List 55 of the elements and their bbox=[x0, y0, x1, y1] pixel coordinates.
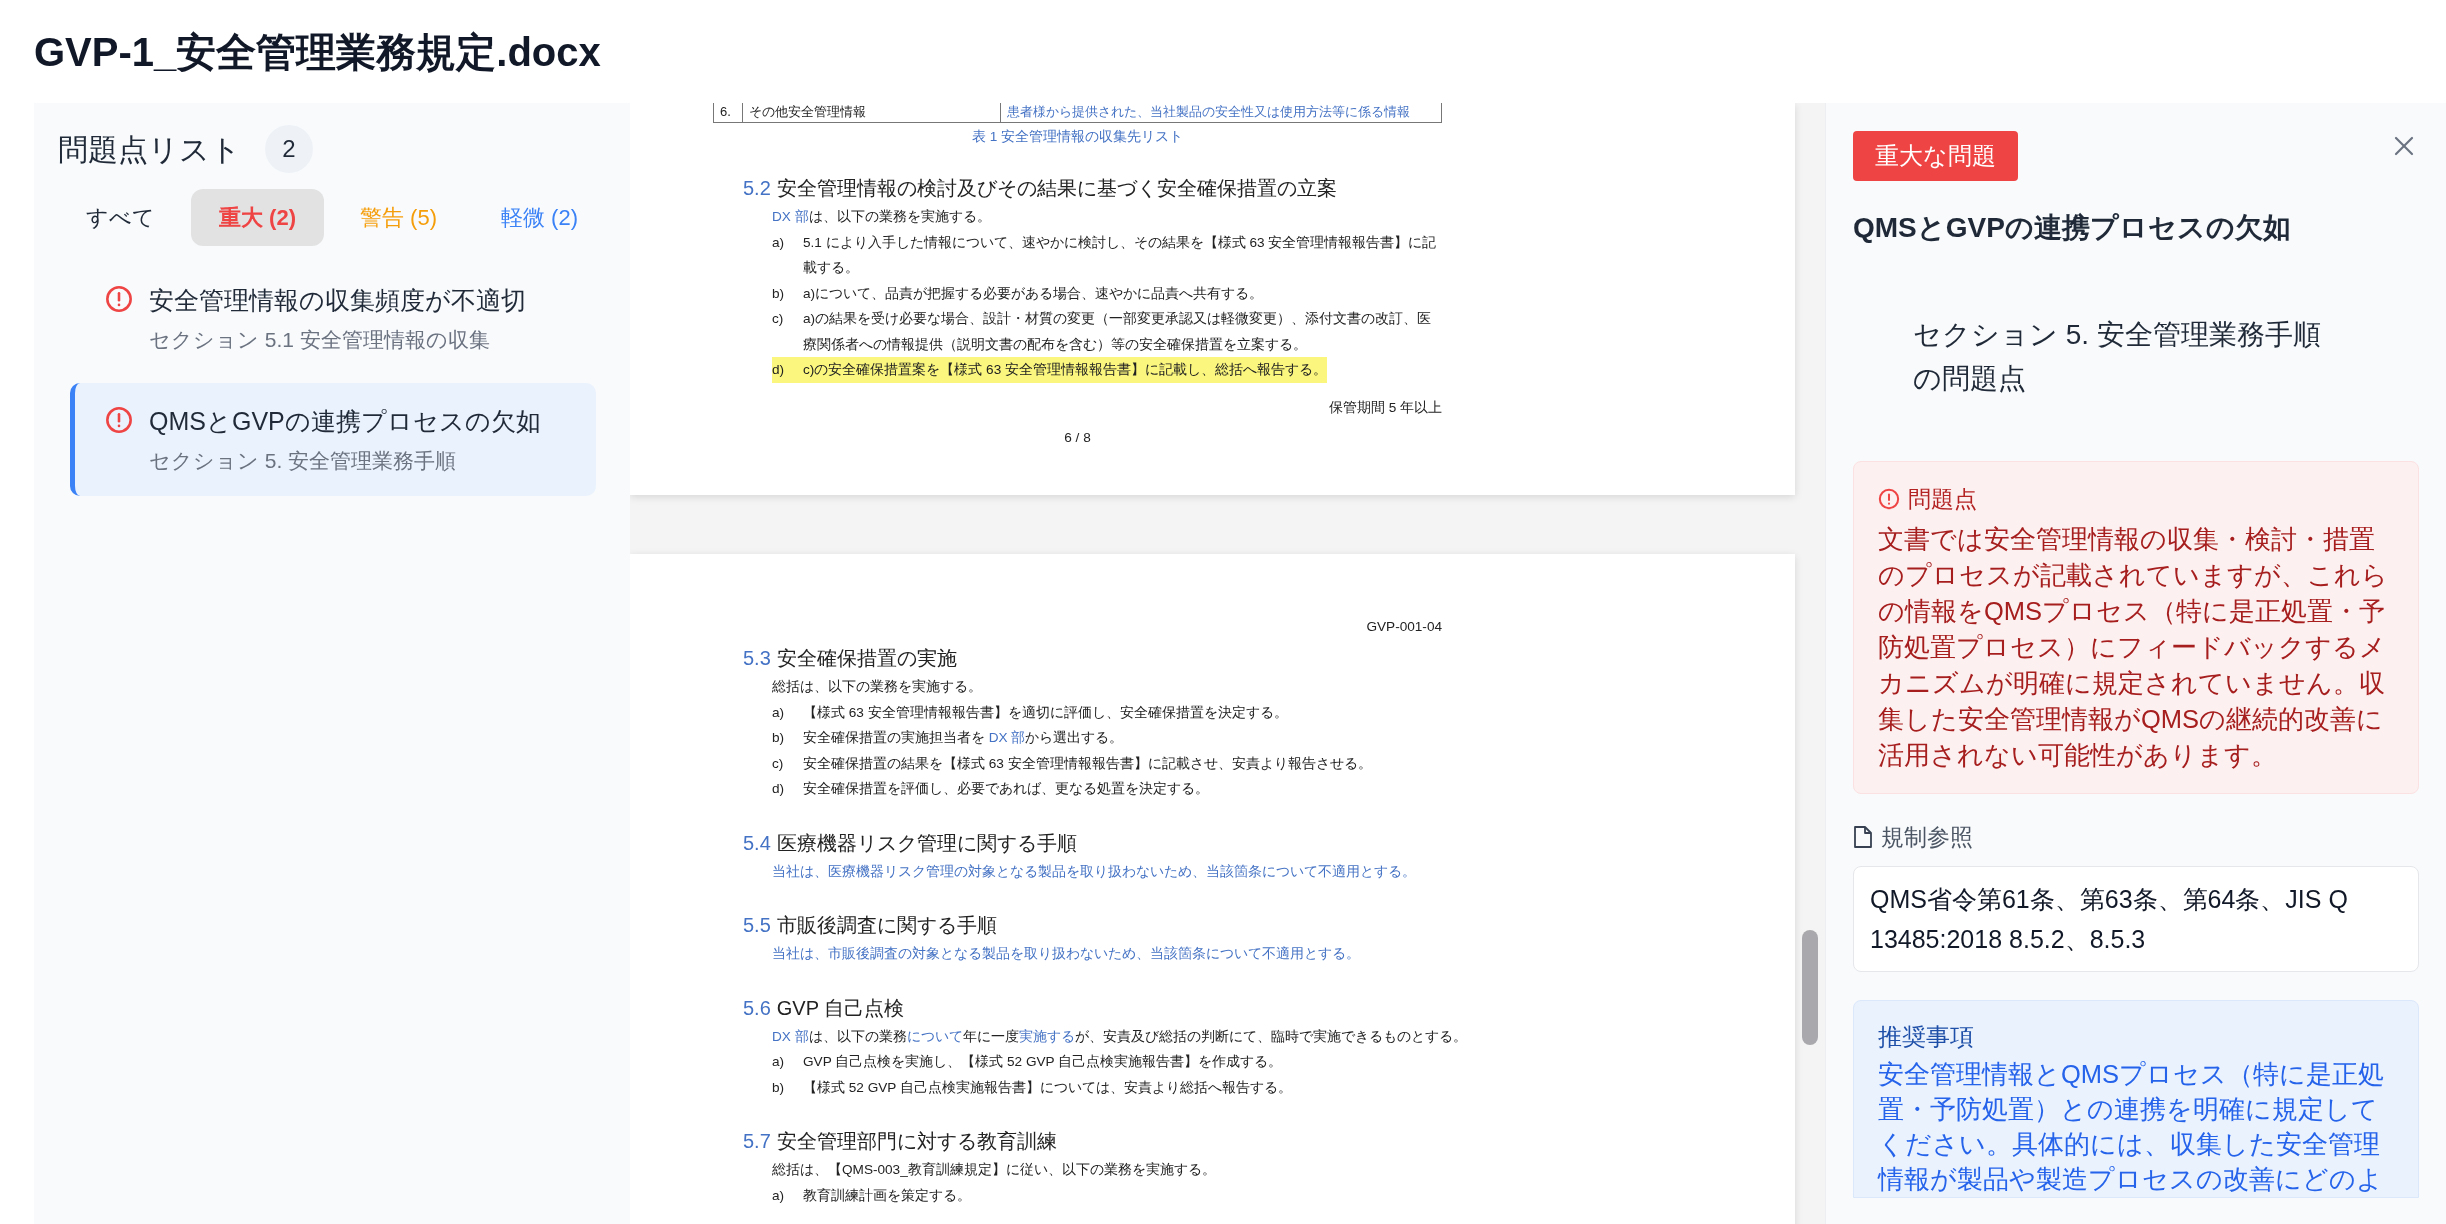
issue-section: セクション 5. 安全管理業務手順 bbox=[149, 444, 541, 476]
table-cell: その他安全管理情報 bbox=[742, 103, 1000, 122]
scrollbar-thumb[interactable] bbox=[1802, 930, 1818, 1045]
paragraph: 当社は、医療機器リスク管理の対象となる製品を取り扱わないため、当該箇条について不適用とする。 bbox=[772, 862, 1416, 881]
section-label: 規制参照 bbox=[1881, 822, 1973, 852]
table-cell: 患者様から提供された、当社製品の安全性又は使用方法等に係る情報 bbox=[1000, 103, 1441, 122]
footer-note: 保管期間 5 年以上 bbox=[1327, 398, 1442, 417]
table-caption: 表 1 安全管理情報の収集先リスト bbox=[970, 128, 1185, 146]
issue-detail-title: QMSとGVPの連携プロセスの欠如 bbox=[1853, 211, 2292, 245]
issue-title: 安全管理情報の収集頻度が不適切 bbox=[149, 285, 526, 316]
paragraph: 総括は、【QMS-003_教育訓練規定】に従い、以下の業務を実施する。 bbox=[772, 1161, 1216, 1179]
regulation-reference: QMS省令第61条、第63条、第64条、JIS Q 13485:2018 8.5.2、8.5.3 bbox=[1853, 866, 2419, 972]
paragraph: DX 部は、以下の業務について年に一度実施するが、安責及び総括の判断にて、臨時で実施できるものとする。 bbox=[772, 1027, 1467, 1046]
page-number: 6 / 8 bbox=[1063, 428, 1092, 447]
card-label: 問題点 bbox=[1908, 485, 1977, 514]
list-item: a) 5.1 により入手した情報について、速やかに検討し、その結果を【様式 63 安全管理情報報告書】に記載する。 bbox=[772, 233, 1438, 277]
section-heading: 5.7 安全管理部門に対する教育訓練 bbox=[743, 1129, 1058, 1154]
list-item: b) a)について、品責が把握する必要がある場合、速やかに品責へ共有する。 bbox=[772, 284, 1264, 303]
list-item: d) c)の安全確保措置案を【様式 63 安全管理情報報告書】に記載し、総括へ報告する。 bbox=[772, 357, 1327, 383]
list-item: c) a)の結果を受け必要な場合、設計・材質の変更（一部変更承認又は軽微変更）、添付文書の改訂、医療関係者への情報提供（説明文書の配布を含む）等の安全確保措置を立案する。 bbox=[772, 310, 1433, 354]
section-heading: 5.4 医療機器リスク管理に関する手順 bbox=[743, 830, 1078, 856]
section-heading: 5.3 安全確保措置の実施 bbox=[743, 646, 958, 671]
alert-icon bbox=[1878, 488, 1900, 511]
issue-title: QMSとGVPの連携プロセスの欠如 bbox=[149, 406, 541, 437]
list-item: d) 安全確保措置を評価し、必要であれば、更なる処置を決定する。 bbox=[772, 780, 1209, 798]
issue-item[interactable]: 安全管理情報の収集頻度が不適切 セクション 5.1 安全管理情報の収集 bbox=[70, 262, 596, 375]
count-badge: 2 bbox=[265, 125, 313, 173]
paragraph: 当社は、市販後調査の対象となる製品を取り扱わないため、当該箇条について不適用とする。 bbox=[772, 945, 1360, 963]
document-title: GVP-1_安全管理業務規定.docx bbox=[34, 28, 601, 76]
filter-tab[interactable]: 軽微 (2) bbox=[473, 189, 606, 246]
panel-heading: 問題点リスト bbox=[58, 131, 241, 168]
issue-item[interactable]: QMSとGVPの連携プロセスの欠如 セクション 5. 安全管理業務手順 bbox=[70, 383, 596, 496]
issue-section: セクション 5.1 安全管理情報の収集 bbox=[149, 323, 526, 355]
problem-text: 文書では安全管理情報の収集・検討・措置のプロセスが記載されていますが、これらの情報をQMSプロセス（特に是正処置・予防処置プロセス）にフィードバックするメカニズムが明確に規定されていません。収集した安全管理情報がQMSの継続的改善に活用されない可能性があります。 bbox=[1878, 523, 2389, 771]
paragraph: 総括は、以下の業務を実施する。 bbox=[772, 678, 982, 696]
section-heading: 5.2 安全管理情報の検討及びその結果に基づく安全確保措置の立案 bbox=[743, 176, 1338, 201]
section-heading: セクション 5. 安全管理業務手順の問題点 bbox=[1912, 318, 2322, 396]
section-heading: 5.6 GVP 自己点検 bbox=[743, 995, 906, 1021]
section-heading: 5.5 市販後調査に関する手順 bbox=[743, 913, 998, 938]
paragraph: DX 部は、以下の業務を実施する。 bbox=[772, 208, 991, 226]
severity-badge: 重大な問題 bbox=[1853, 131, 2018, 181]
filter-tab[interactable]: すべて bbox=[58, 189, 183, 246]
list-item: a) 【様式 63 安全管理情報報告書】を適切に評価し、安全確保措置を決定する。 bbox=[772, 703, 1288, 722]
list-item: a) 教育訓練計画を策定する。 bbox=[772, 1186, 971, 1205]
list-item: a) GVP 自己点検を実施し、【様式 52 GVP 自己点検実施報告書】を作成する。 bbox=[772, 1053, 1283, 1071]
recommendation-text: 安全管理情報とQMSプロセス（特に是正処置・予防処置）との連携を明確に規定してください。具体的には、収集した安全管理情報が製品や製造プロセスの改善にどのよ bbox=[1878, 1059, 2386, 1195]
document-id: GVP-001-04 bbox=[1365, 618, 1442, 636]
list-item: b) 【様式 52 GVP 自己点検実施報告書】については、安責より総括へ報告する。 bbox=[772, 1078, 1292, 1097]
alert-icon bbox=[105, 285, 133, 313]
document-icon bbox=[1853, 824, 1873, 849]
alert-icon bbox=[105, 406, 133, 434]
list-item: b) 安全確保措置の実施担当者を DX 部から選出する。 bbox=[772, 729, 1124, 747]
table-cell-text: 6. bbox=[719, 103, 732, 121]
card-label: 推奨事項 bbox=[1878, 1022, 1975, 1052]
list-item: c) 安全確保措置の結果を【様式 63 安全管理情報報告書】に記載させ、安責より報告させる。 bbox=[772, 754, 1372, 773]
